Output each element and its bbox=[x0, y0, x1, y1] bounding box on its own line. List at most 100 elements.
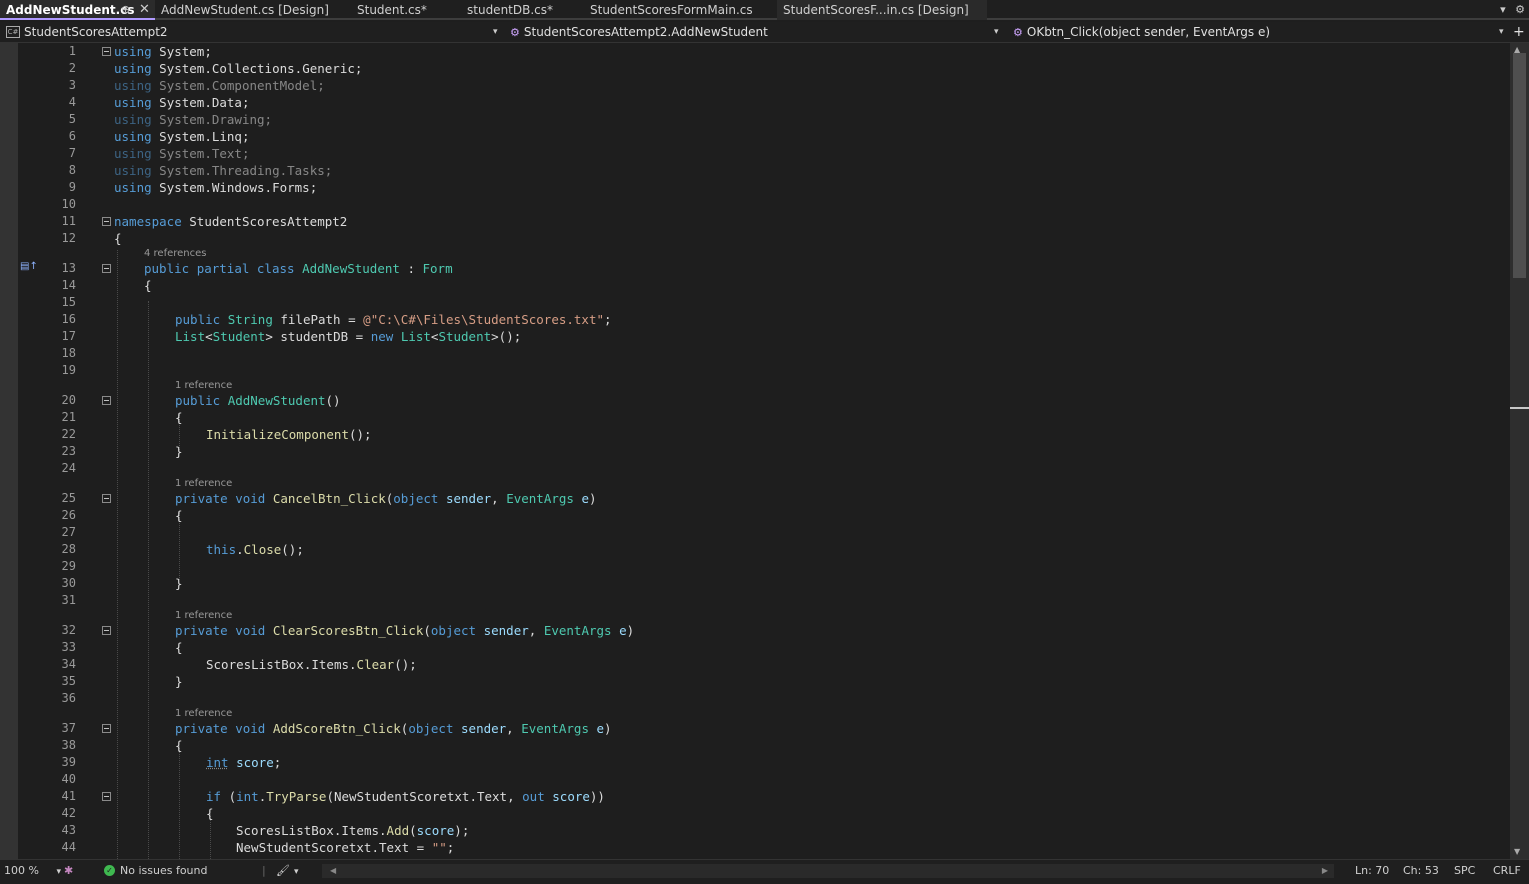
code-line: 23 } bbox=[0, 443, 1510, 460]
code-lens-references[interactable]: 4 references bbox=[144, 248, 207, 259]
code-text: public partial class AddNewStudent : For… bbox=[144, 261, 453, 276]
line-number: 19 bbox=[61, 363, 76, 377]
code-line: 15 bbox=[0, 294, 1510, 311]
scroll-right-icon[interactable]: ▶ bbox=[1322, 864, 1328, 878]
collapse-icon[interactable] bbox=[102, 626, 111, 635]
line-ending-indicator[interactable]: CRLF bbox=[1493, 860, 1521, 884]
code-line: 35 } bbox=[0, 673, 1510, 690]
code-line: 26 { bbox=[0, 507, 1510, 524]
code-lens-references[interactable]: 1 reference bbox=[175, 478, 232, 489]
code-cleanup-button[interactable]: 🖌 ▾ bbox=[276, 860, 299, 884]
code-text: public String filePath = @"C:\C#\Files\S… bbox=[175, 312, 612, 327]
code-line: 5 using System.Drawing; bbox=[0, 111, 1510, 128]
line-number: 12 bbox=[61, 231, 76, 245]
code-line: 1 using System; bbox=[0, 43, 1510, 60]
method-icon: ⚙ bbox=[1013, 26, 1023, 39]
collapse-icon[interactable] bbox=[102, 217, 111, 226]
intellicode-icon[interactable]: ✱ bbox=[64, 860, 73, 884]
scrollbar-thumb[interactable] bbox=[1513, 53, 1526, 278]
code-text: { bbox=[144, 278, 152, 293]
caret-position-marker bbox=[1510, 407, 1529, 409]
project-dropdown[interactable]: C# StudentScoresAttempt2 ▾ bbox=[6, 22, 500, 42]
code-line: 21 { bbox=[0, 409, 1510, 426]
code-line: 8 using System.Threading.Tasks; bbox=[0, 162, 1510, 179]
code-line: 18 bbox=[0, 345, 1510, 362]
tab-addnewstudent-design[interactable]: AddNewStudent.cs [Design] bbox=[155, 0, 350, 20]
collapse-icon[interactable] bbox=[102, 47, 111, 56]
line-number: 33 bbox=[61, 640, 76, 654]
code-line: 19 bbox=[0, 362, 1510, 379]
tab-student-cs[interactable]: Student.cs* bbox=[351, 0, 459, 20]
class-dropdown[interactable]: ⚙ StudentScoresAttempt2.AddNewStudent ▾ bbox=[510, 22, 1004, 42]
code-text: { bbox=[206, 806, 214, 821]
line-number: 27 bbox=[61, 525, 76, 539]
code-text: } bbox=[175, 444, 183, 459]
code-line: 28 this.Close(); bbox=[0, 541, 1510, 558]
code-text: ScoresListBox.Items.Clear(); bbox=[206, 657, 417, 672]
scroll-left-icon[interactable]: ◀ bbox=[330, 864, 336, 878]
broom-icon: 🖌 bbox=[276, 864, 290, 877]
code-lens-references[interactable]: 1 reference bbox=[175, 708, 232, 719]
code-line: 17 List<Student> studentDB = new List<St… bbox=[0, 328, 1510, 345]
collapse-icon[interactable] bbox=[102, 264, 111, 273]
scroll-down-icon[interactable]: ▼ bbox=[1514, 847, 1520, 856]
code-line: 16 public String filePath = @"C:\C#\File… bbox=[0, 311, 1510, 328]
code-line: 44 NewStudentScoretxt.Text = ""; bbox=[0, 839, 1510, 856]
member-dropdown[interactable]: ⚙ OKbtn_Click(object sender, EventArgs e)… bbox=[1013, 22, 1509, 42]
tab-studentscoresformmain-design[interactable]: StudentScoresF...in.cs [Design] bbox=[777, 0, 987, 20]
code-text: } bbox=[175, 674, 183, 689]
code-text: using System; bbox=[114, 44, 212, 59]
split-window-button[interactable]: + bbox=[1513, 22, 1525, 42]
tab-studentscoresformmain-cs[interactable]: StudentScoresFormMain.cs bbox=[584, 0, 776, 20]
gear-icon[interactable]: ⚙ bbox=[1515, 3, 1525, 16]
code-line: 9 using System.Windows.Forms; bbox=[0, 179, 1510, 196]
line-number: 18 bbox=[61, 346, 76, 360]
class-icon: ⚙ bbox=[510, 26, 520, 39]
line-number: 22 bbox=[61, 427, 76, 441]
code-lens-references[interactable]: 1 reference bbox=[175, 610, 232, 621]
chevron-down-icon: ▾ bbox=[293, 867, 299, 877]
column-indicator[interactable]: Ch: 53 bbox=[1403, 860, 1439, 884]
tab-addnewstudent-cs[interactable]: AddNewStudent.cs ⊕ ✕ bbox=[0, 0, 155, 20]
class-name: StudentScoresAttempt2.AddNewStudent bbox=[523, 25, 768, 39]
code-text: { bbox=[175, 738, 183, 753]
code-line: 7 using System.Text; bbox=[0, 145, 1510, 162]
collapse-icon[interactable] bbox=[102, 724, 111, 733]
code-text: } bbox=[175, 576, 183, 591]
code-line: 31 bbox=[0, 592, 1510, 609]
line-number: 29 bbox=[61, 559, 76, 573]
tabbar-controls: ▾ ⚙ bbox=[1500, 0, 1525, 20]
code-text: { bbox=[175, 640, 183, 655]
line-number: 17 bbox=[61, 329, 76, 343]
whitespace-indicator[interactable]: SPC bbox=[1454, 860, 1475, 884]
tab-overflow-icon[interactable]: ▾ bbox=[1500, 3, 1506, 16]
vertical-scrollbar[interactable]: ▲ ▼ bbox=[1510, 43, 1529, 859]
close-icon[interactable]: ✕ bbox=[139, 0, 150, 18]
pin-icon[interactable]: ⊕ bbox=[121, 0, 130, 18]
line-number: 9 bbox=[68, 180, 76, 194]
code-line: 43 ScoresListBox.Items.Add(score); bbox=[0, 822, 1510, 839]
issues-indicator[interactable]: ✓ No issues found bbox=[104, 860, 207, 884]
code-text: InitializeComponent(); bbox=[206, 427, 372, 442]
code-line: 6 using System.Linq; bbox=[0, 128, 1510, 145]
code-text: using System.Windows.Forms; bbox=[114, 180, 318, 195]
tab-label: Student.cs* bbox=[357, 3, 427, 17]
code-text: ScoresListBox.Items.Add(score); bbox=[236, 823, 470, 838]
line-number: 25 bbox=[61, 491, 76, 505]
code-editor[interactable]: ▤↑ 4 references 1 reference 1 reference … bbox=[0, 43, 1510, 859]
code-text: using System.Linq; bbox=[114, 129, 250, 144]
code-lens-references[interactable]: 1 reference bbox=[175, 380, 232, 391]
collapse-icon[interactable] bbox=[102, 494, 111, 503]
zoom-dropdown[interactable]: 100 % ▾ bbox=[4, 860, 61, 884]
code-line: 42 { bbox=[0, 805, 1510, 822]
collapse-icon[interactable] bbox=[102, 792, 111, 801]
line-number: 30 bbox=[61, 576, 76, 590]
tab-studentdb-cs[interactable]: studentDB.cs* bbox=[461, 0, 583, 20]
line-number: 39 bbox=[61, 755, 76, 769]
collapse-icon[interactable] bbox=[102, 396, 111, 405]
horizontal-scrollbar[interactable]: ◀ ▶ bbox=[322, 864, 1334, 878]
line-number: 10 bbox=[61, 197, 76, 211]
code-text: int score; bbox=[206, 755, 282, 770]
line-indicator[interactable]: Ln: 70 bbox=[1355, 860, 1389, 884]
line-number: 40 bbox=[61, 772, 76, 786]
